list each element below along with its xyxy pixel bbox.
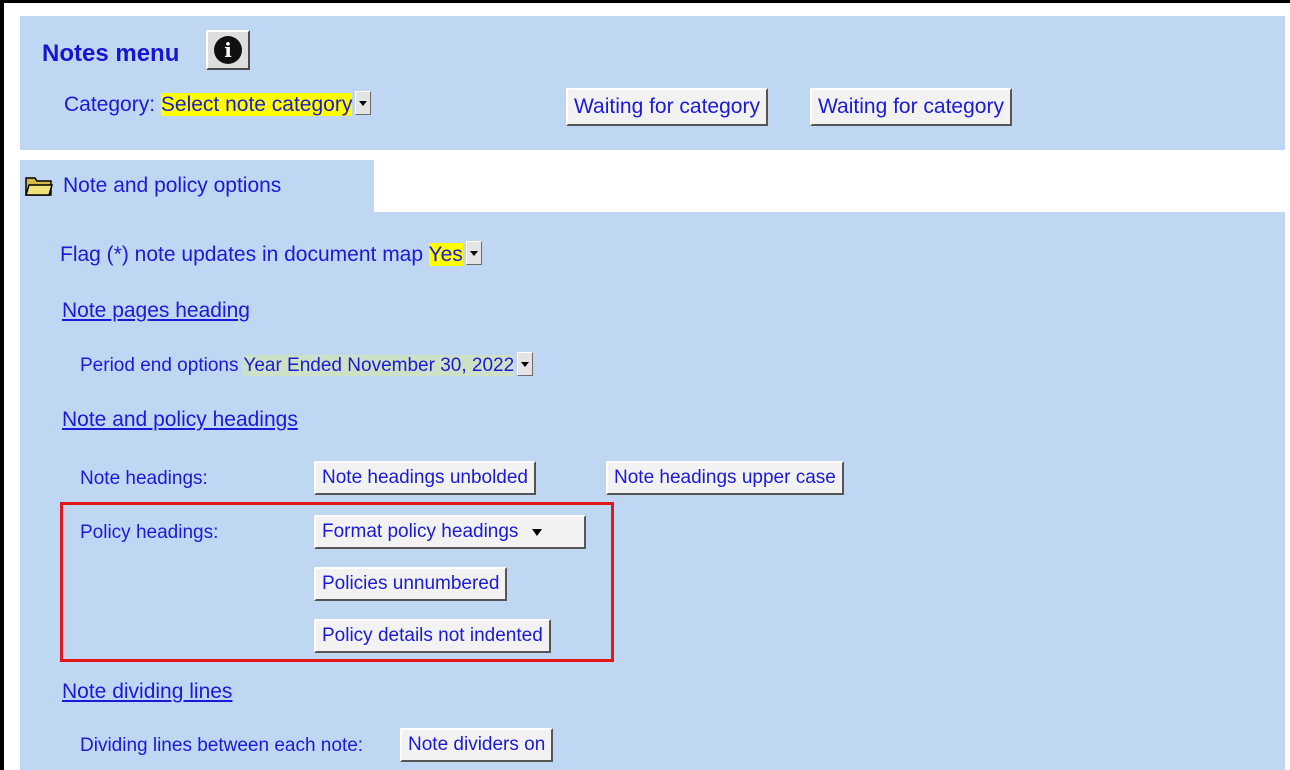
category-label: Category: bbox=[64, 93, 156, 116]
page-title: Notes menu bbox=[42, 40, 180, 67]
note-and-policy-options-panel: Flag (*) note updates in document map Ye… bbox=[20, 212, 1285, 770]
window-border-top bbox=[0, 0, 1290, 3]
period-end-label: Period end options bbox=[80, 355, 239, 377]
dividing-lines-label: Dividing lines between each note: bbox=[80, 735, 364, 756]
policy-headings-highlight-box bbox=[60, 502, 614, 662]
waiting-for-category-button-2[interactable]: Waiting for category bbox=[810, 88, 1012, 126]
folder-icon bbox=[25, 177, 53, 196]
info-button[interactable]: i bbox=[206, 30, 250, 70]
waiting-for-category-button-1[interactable]: Waiting for category bbox=[566, 88, 768, 126]
period-end-row: Period end options Year Ended November 3… bbox=[80, 352, 534, 378]
chevron-down-icon[interactable] bbox=[465, 241, 482, 266]
category-row: Category: Select note category bbox=[64, 91, 372, 117]
note-dividers-on-button[interactable]: Note dividers on bbox=[400, 728, 554, 762]
info-icon: i bbox=[214, 36, 242, 64]
notes-menu-header-panel: Notes menu i Category: Select note categ… bbox=[20, 16, 1285, 150]
chevron-down-icon[interactable] bbox=[355, 91, 372, 116]
note-and-policy-headings-link[interactable]: Note and policy headings bbox=[62, 408, 298, 432]
flag-note-updates-select[interactable]: Yes bbox=[428, 243, 463, 266]
note-headings-label: Note headings: bbox=[80, 468, 208, 489]
note-headings-upper-case-button[interactable]: Note headings upper case bbox=[606, 461, 844, 495]
category-select[interactable]: Select note category bbox=[160, 93, 353, 116]
tab-note-and-policy-options[interactable]: Note and policy options bbox=[20, 160, 374, 212]
period-end-select[interactable]: Year Ended November 30, 2022 bbox=[243, 355, 515, 377]
note-dividing-lines-link[interactable]: Note dividing lines bbox=[62, 680, 232, 704]
window-border-left bbox=[0, 0, 4, 770]
note-headings-unbolded-button[interactable]: Note headings unbolded bbox=[314, 461, 537, 495]
chevron-down-icon[interactable] bbox=[517, 352, 534, 376]
tab-label: Note and policy options bbox=[63, 174, 282, 197]
flag-note-updates-label: Flag (*) note updates in document map bbox=[60, 243, 424, 266]
flag-note-updates-row: Flag (*) note updates in document map Ye… bbox=[60, 241, 482, 267]
note-pages-heading-link[interactable]: Note pages heading bbox=[62, 299, 250, 323]
